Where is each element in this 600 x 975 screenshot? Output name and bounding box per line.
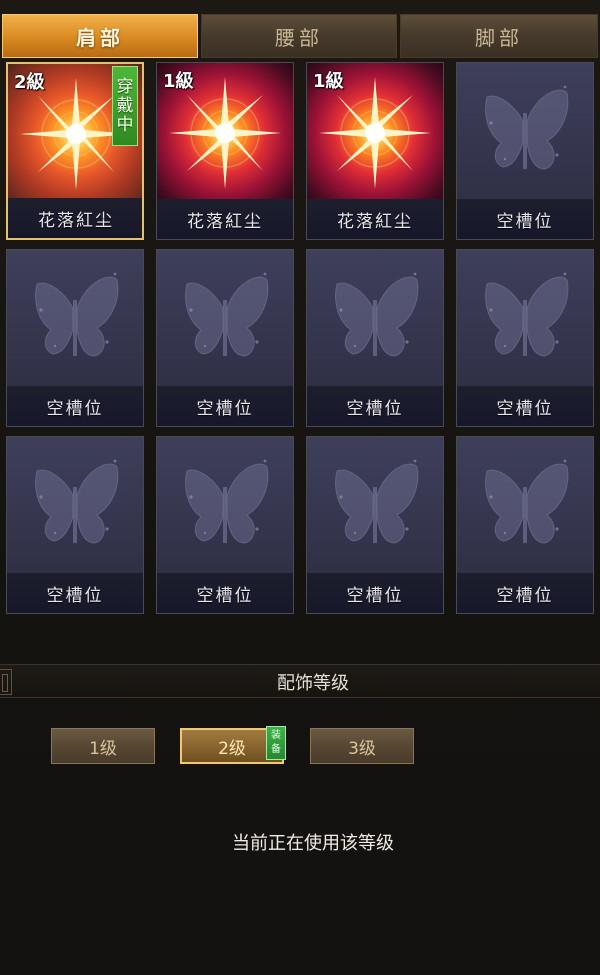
accessory-slot[interactable]: 1級花落紅尘 xyxy=(156,62,294,240)
slot-name: 花落紅尘 xyxy=(307,199,443,239)
wearing-badge-char: 中 xyxy=(116,114,134,135)
empty-slot[interactable]: 空槽位 xyxy=(156,249,294,427)
slot-name: 空槽位 xyxy=(157,386,293,426)
empty-slot[interactable]: 空槽位 xyxy=(306,249,444,427)
wearing-badge-char: 戴 xyxy=(116,95,134,116)
level-3-button[interactable]: 3级 xyxy=(310,728,414,764)
accessory-slot[interactable]: 1級花落紅尘 xyxy=(306,62,444,240)
empty-slot[interactable]: 空槽位 xyxy=(6,249,144,427)
empty-slot[interactable]: 空槽位 xyxy=(306,436,444,614)
slot-name: 空槽位 xyxy=(457,199,593,239)
level-section-header: 配饰等级 xyxy=(0,664,600,698)
level-1-button[interactable]: 1级 xyxy=(51,728,155,764)
slot-name: 空槽位 xyxy=(7,573,143,613)
butterfly-icon xyxy=(307,437,443,573)
slot-name: 空槽位 xyxy=(157,573,293,613)
equipped-badge: 装 备 xyxy=(266,726,286,760)
butterfly-icon xyxy=(157,250,293,386)
butterfly-icon xyxy=(157,437,293,573)
level-section-title: 配饰等级 xyxy=(277,673,349,694)
butterfly-icon xyxy=(307,250,443,386)
empty-slot[interactable]: 空槽位 xyxy=(456,249,594,427)
empty-slot[interactable]: 空槽位 xyxy=(6,436,144,614)
slot-name: 空槽位 xyxy=(7,386,143,426)
slot-name: 空槽位 xyxy=(457,386,593,426)
wearing-badge: 穿戴中 xyxy=(112,66,138,146)
equipped-badge-char: 装 xyxy=(271,730,281,741)
accessory-slot[interactable]: 2級 穿戴中花落紅尘 xyxy=(6,62,144,240)
level-status-text: 当前正在使用该等级 xyxy=(232,833,394,854)
slot-name: 空槽位 xyxy=(307,386,443,426)
tab-shoulder[interactable]: 肩部 xyxy=(2,14,198,58)
butterfly-icon xyxy=(457,437,593,573)
butterfly-icon xyxy=(457,63,593,199)
empty-slot[interactable]: 空槽位 xyxy=(456,62,594,240)
slot-tabs: 肩部 腰部 脚部 xyxy=(0,0,600,60)
slot-name: 花落紅尘 xyxy=(157,199,293,239)
butterfly-icon xyxy=(457,250,593,386)
equipped-badge-char: 备 xyxy=(271,744,281,755)
tab-waist[interactable]: 腰部 xyxy=(201,14,397,58)
wearing-badge-char: 穿 xyxy=(116,76,134,97)
butterfly-icon xyxy=(7,437,143,573)
slot-name: 空槽位 xyxy=(457,573,593,613)
slot-level: 1級 xyxy=(163,71,194,92)
slot-level: 2級 xyxy=(14,72,45,93)
tab-feet[interactable]: 脚部 xyxy=(400,14,598,58)
empty-slot[interactable]: 空槽位 xyxy=(456,436,594,614)
butterfly-icon xyxy=(7,250,143,386)
slot-level: 1級 xyxy=(313,71,344,92)
slot-name: 花落紅尘 xyxy=(8,198,142,238)
empty-slot[interactable]: 空槽位 xyxy=(156,436,294,614)
slot-name: 空槽位 xyxy=(307,573,443,613)
accessory-panel: 肩部 腰部 脚部 2級穿戴中花落紅尘 1級 花落紅尘 1級 花落紅尘 空槽位 空槽位 空槽位空… xyxy=(0,0,600,975)
